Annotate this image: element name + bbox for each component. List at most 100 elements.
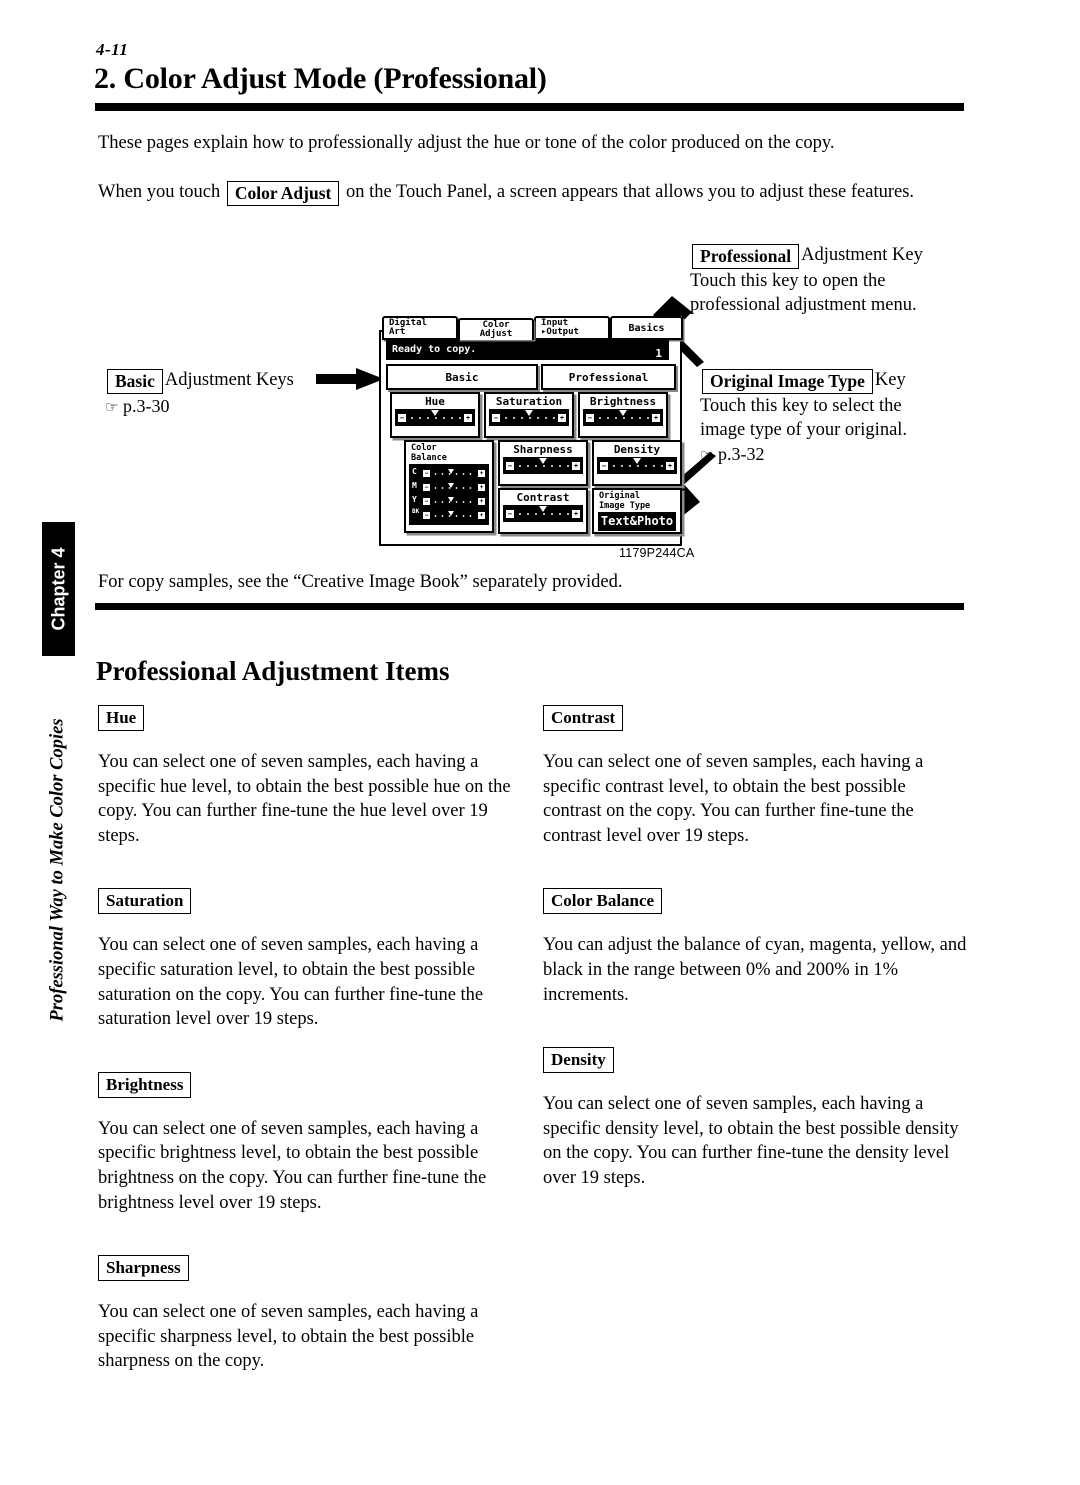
plus-icon[interactable]: + <box>478 470 485 477</box>
tab-digital-art[interactable]: Digital Art <box>382 316 458 340</box>
tab-input-output[interactable]: Input ▸Output <box>534 316 610 340</box>
slider-thumb-icon[interactable] <box>619 410 627 416</box>
minus-icon[interactable]: − <box>423 484 430 491</box>
slider-track <box>596 416 650 419</box>
slider-track <box>432 487 476 489</box>
oit-pageref-text: p.3-32 <box>717 444 765 464</box>
slider-thumb-icon[interactable] <box>447 483 454 488</box>
item-sharpness: Sharpness You can select one of seven sa… <box>98 1255 518 1374</box>
minus-icon[interactable]: − <box>423 498 430 505</box>
chapter-tab-label: Chapter 4 <box>48 547 68 631</box>
plus-icon[interactable]: + <box>558 413 566 422</box>
slider-thumb-icon[interactable] <box>431 410 439 416</box>
minus-icon[interactable]: − <box>492 413 500 422</box>
panel-key-contrast-label: Contrast <box>516 491 570 504</box>
panel-key-sharpness[interactable]: Sharpness − + <box>498 440 588 486</box>
original-image-type-value[interactable]: Text&Photo <box>598 512 676 531</box>
cb-label-c: C <box>412 467 417 476</box>
panel-key-original-image-type[interactable]: Original Image Type Text&Photo <box>592 488 682 534</box>
plus-icon[interactable]: + <box>478 484 485 491</box>
sharpness-slider[interactable]: − + <box>503 457 583 474</box>
arrow-basic <box>316 368 384 390</box>
original-image-type-key-label: Original Image Type <box>702 369 873 394</box>
minus-icon[interactable]: − <box>398 413 406 422</box>
title-rule <box>95 103 964 111</box>
chapter-tab: Chapter 4 <box>42 522 75 656</box>
item-hue: Hue You can select one of seven samples,… <box>98 705 518 848</box>
basic-page-reference: ☞ p.3-30 <box>105 394 365 420</box>
color-balance-row-y[interactable]: Y − + <box>409 495 489 508</box>
subtab-basic[interactable]: Basic <box>386 364 538 390</box>
color-balance-row-bk[interactable]: BK − + <box>409 509 489 522</box>
tab-input-output-line2: ▸Output <box>541 327 579 337</box>
plus-icon[interactable]: + <box>478 512 485 519</box>
slider-thumb-icon[interactable] <box>447 469 454 474</box>
brightness-slider[interactable]: − + <box>583 409 663 426</box>
color-balance-sliders: C − + M − + Y − + BK − + <box>409 464 489 525</box>
panel-key-oit-label-line2: Image Type <box>599 501 651 511</box>
panel-key-saturation[interactable]: Saturation − + <box>484 392 574 438</box>
original-image-type-key-suffix: Key <box>874 370 906 390</box>
oit-callout-line2: image type of your original. <box>700 420 908 440</box>
professional-callout-line2: professional adjustment menu. <box>690 295 917 315</box>
callout-original-image-type: Original Image Type Key Touch this key to… <box>700 368 990 468</box>
cb-label-y: Y <box>412 495 417 504</box>
items-column-right: Contrast You can select one of seven sam… <box>543 705 968 1231</box>
figure-caption: 1179P244CA <box>619 546 695 560</box>
section-heading: Professional Adjustment Items <box>96 656 450 686</box>
saturation-slider[interactable]: − + <box>489 409 569 426</box>
minus-icon[interactable]: − <box>423 512 430 519</box>
professional-key-label: Professional <box>692 244 800 269</box>
subtab-professional[interactable]: Professional <box>541 364 676 390</box>
minus-icon[interactable]: − <box>423 470 430 477</box>
panel-key-brightness-label: Brightness <box>589 395 657 408</box>
item-color-balance-label: Color Balance <box>543 888 663 915</box>
intro-after-text: on the Touch Panel, a screen appears tha… <box>345 182 915 202</box>
panel-key-brightness[interactable]: Brightness − + <box>578 392 668 438</box>
slider-thumb-icon[interactable] <box>447 511 454 516</box>
panel-key-color-balance[interactable]: Color Balance C − + M − + Y − + BK − + <box>404 440 494 533</box>
item-color-balance-body: You can adjust the balance of cyan, mage… <box>543 935 967 1005</box>
basic-pageref-text: p.3-30 <box>122 396 170 416</box>
item-hue-label: Hue <box>98 705 145 731</box>
basic-key-suffix: Adjustment Keys <box>164 370 294 390</box>
slider-thumb-icon[interactable] <box>633 458 641 464</box>
hue-slider[interactable]: − + <box>395 409 475 426</box>
section-rule <box>95 603 964 610</box>
page-folio: 4-11 <box>96 40 129 59</box>
slider-track <box>432 501 476 503</box>
plus-icon[interactable]: + <box>666 461 674 470</box>
plus-icon[interactable]: + <box>572 509 580 518</box>
tab-basics[interactable]: Basics <box>610 316 683 340</box>
density-slider[interactable]: − + <box>597 457 677 474</box>
subtab-basic-label: Basic <box>445 370 479 384</box>
tab-basics-label: Basics <box>628 322 665 334</box>
color-balance-row-c[interactable]: C − + <box>409 467 489 480</box>
panel-key-density[interactable]: Density − + <box>592 440 682 486</box>
item-sharpness-body: You can select one of seven samples, eac… <box>98 1302 479 1372</box>
slider-thumb-icon[interactable] <box>539 458 547 464</box>
plus-icon[interactable]: + <box>652 413 660 422</box>
minus-icon[interactable]: − <box>506 461 514 470</box>
tab-color-adjust[interactable]: Color Adjust <box>458 318 534 340</box>
slider-thumb-icon[interactable] <box>539 506 547 512</box>
slider-thumb-icon[interactable] <box>525 410 533 416</box>
items-column-left: Hue You can select one of seven samples,… <box>98 705 518 1414</box>
item-contrast-body: You can select one of seven samples, eac… <box>543 752 924 846</box>
panel-key-hue[interactable]: Hue − + <box>390 392 480 438</box>
intro-paragraph-1: These pages explain how to professionall… <box>98 133 835 153</box>
panel-tab-row: Digital Art Color Adjust Input ▸Output B… <box>379 316 683 340</box>
plus-icon[interactable]: + <box>464 413 472 422</box>
plus-icon[interactable]: + <box>478 498 485 505</box>
color-balance-row-m[interactable]: M − + <box>409 481 489 494</box>
minus-icon[interactable]: − <box>586 413 594 422</box>
minus-icon[interactable]: − <box>506 509 514 518</box>
plus-icon[interactable]: + <box>572 461 580 470</box>
panel-key-contrast[interactable]: Contrast − + <box>498 488 588 534</box>
oit-page-reference: ☞ p.3-32 <box>700 442 990 468</box>
contrast-slider[interactable]: − + <box>503 505 583 522</box>
item-contrast-label: Contrast <box>543 705 624 731</box>
minus-icon[interactable]: − <box>600 461 608 470</box>
intro-paragraph-2: When you touch Color Adjust on the Touch… <box>98 180 968 206</box>
slider-thumb-icon[interactable] <box>447 497 454 502</box>
